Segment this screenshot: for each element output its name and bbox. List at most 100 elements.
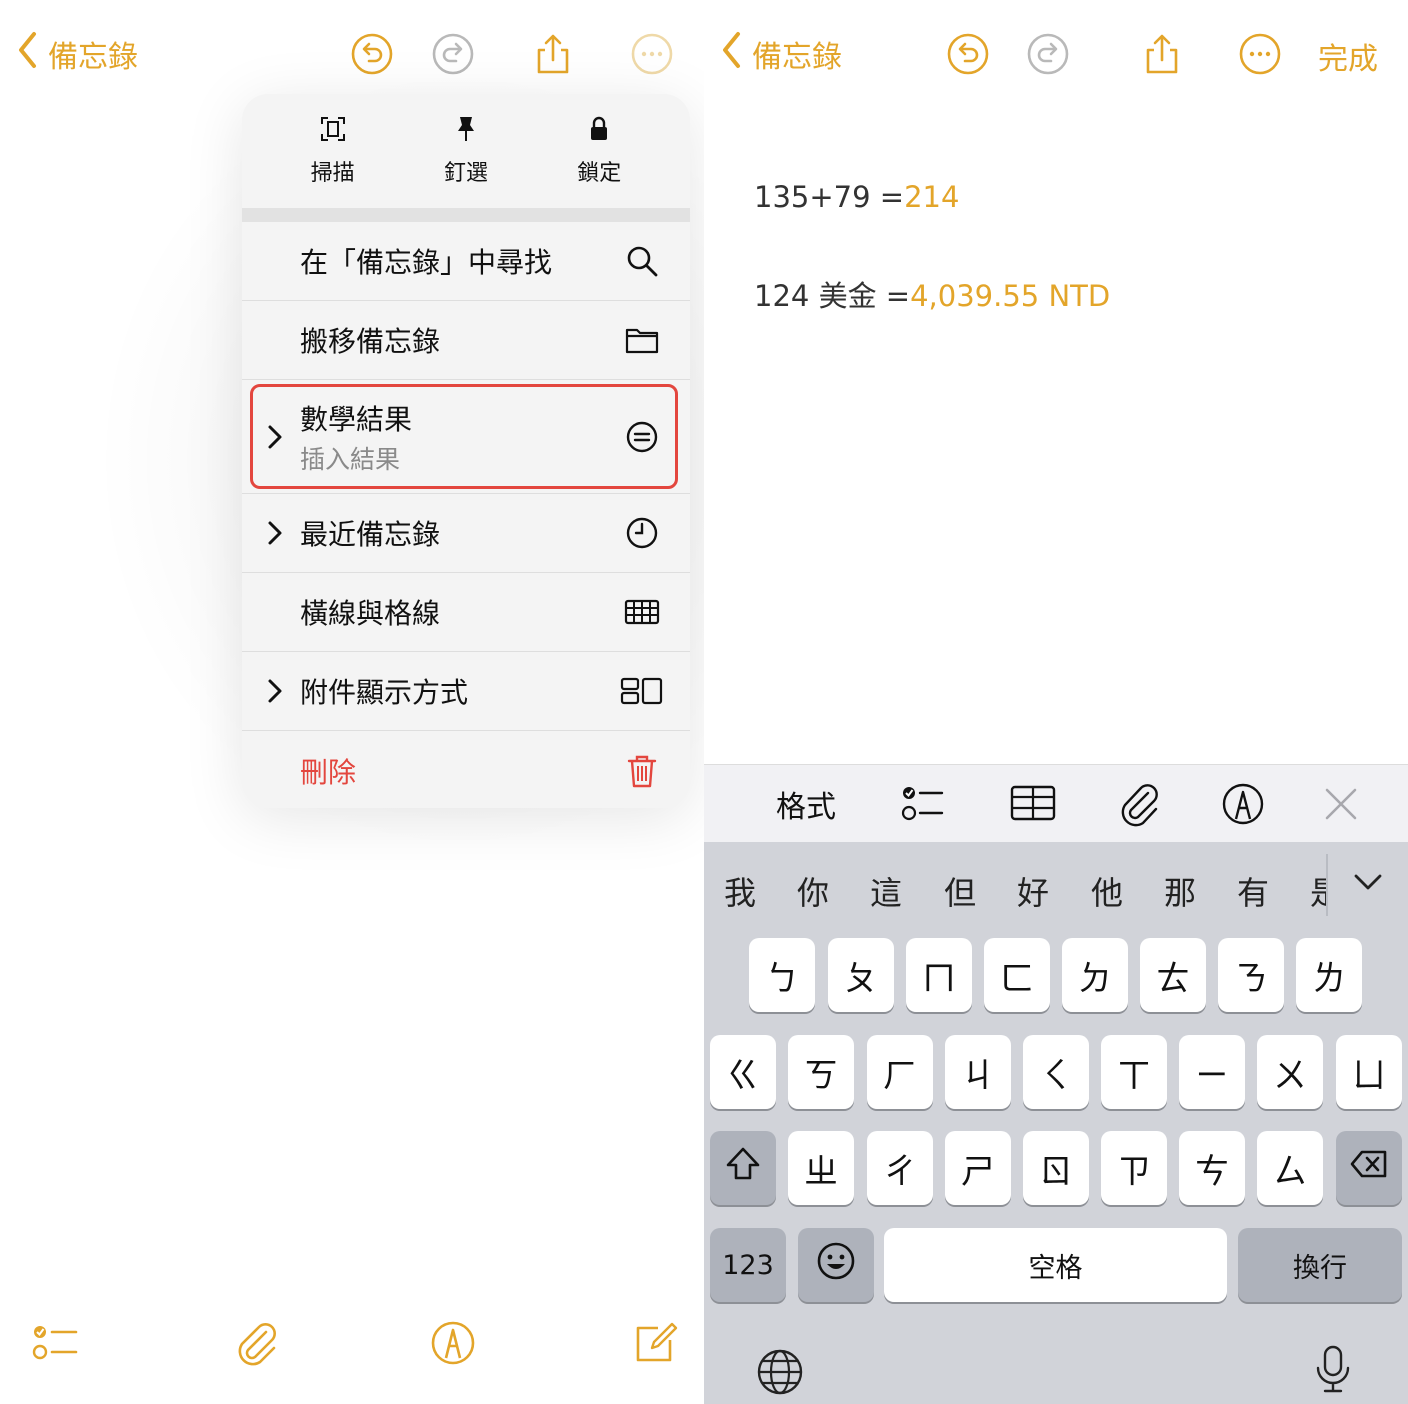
backspace-icon: [1349, 1144, 1389, 1193]
candidate-word[interactable]: 是: [1310, 868, 1326, 914]
note-line-2[interactable]: 124 美金 =4,039.55 NTD: [754, 273, 1110, 315]
key[interactable]: ㄗ: [1101, 1131, 1167, 1205]
candidate-word[interactable]: 我: [724, 868, 756, 914]
checklist-icon[interactable]: [30, 1318, 80, 1368]
undo-icon[interactable]: [946, 32, 990, 76]
microphone-icon[interactable]: [1308, 1344, 1358, 1394]
share-icon[interactable]: [531, 32, 575, 76]
menu-item-label: 搬移備忘錄: [300, 325, 441, 358]
key[interactable]: ㄋ: [1218, 938, 1284, 1012]
menu-item-label: 最近備忘錄: [300, 518, 441, 551]
pin-action[interactable]: 釘選: [411, 115, 521, 187]
key[interactable]: ㄈ: [984, 938, 1050, 1012]
done-button[interactable]: 完成: [1318, 34, 1378, 78]
key[interactable]: ㄑ: [1023, 1035, 1089, 1109]
redo-icon[interactable]: [1026, 32, 1070, 76]
key[interactable]: ㄉ: [1062, 938, 1128, 1012]
menu-item-delete[interactable]: 刪除: [242, 731, 690, 808]
pin-icon: [452, 115, 480, 149]
menu-item-attachment-view[interactable]: 附件顯示方式: [242, 652, 690, 731]
chevron-right-icon: [266, 424, 284, 450]
note-line-1[interactable]: 135+79 =214: [754, 180, 959, 214]
menu-item-recent-notes[interactable]: 最近備忘錄: [242, 494, 690, 573]
key[interactable]: ㄏ: [867, 1035, 933, 1109]
key[interactable]: ㄎ: [788, 1035, 854, 1109]
key[interactable]: ㄒ: [1101, 1035, 1167, 1109]
candidate-word[interactable]: 好: [1017, 868, 1049, 914]
key[interactable]: ㄊ: [1140, 938, 1206, 1012]
lock-action[interactable]: 鎖定: [544, 115, 654, 187]
share-icon[interactable]: [1140, 32, 1184, 76]
key[interactable]: ㄅ: [749, 938, 815, 1012]
shift-key[interactable]: [710, 1131, 776, 1205]
scan-action[interactable]: 掃描: [278, 115, 388, 187]
math-expression: 124 美金 =: [754, 279, 911, 313]
menu-item-math-results[interactable]: 數學結果 插入結果: [242, 380, 690, 494]
equals-circle-icon: [624, 419, 660, 455]
key[interactable]: ㄐ: [945, 1035, 1011, 1109]
lock-label: 鎖定: [577, 161, 622, 186]
format-button[interactable]: 格式: [776, 781, 836, 827]
zhuyin-keyboard: 我 你 這 但 好 他 那 有 是 ㄅ ㄆ ㄇ ㄈ ㄉ ㄊ ㄋ ㄌ ㄍ ㄎ ㄏ …: [704, 842, 1408, 1404]
folder-icon: [624, 322, 660, 358]
paperclip-icon[interactable]: [232, 1318, 282, 1368]
table-icon[interactable]: [1010, 781, 1056, 827]
menu-item-label: 橫線與格線: [300, 597, 441, 630]
markup-pen-icon[interactable]: [1220, 781, 1266, 827]
back-label: 備忘錄: [752, 40, 842, 75]
highlight-box: [250, 384, 678, 489]
candidate-word[interactable]: 他: [1091, 868, 1123, 914]
return-key[interactable]: 換行: [1238, 1228, 1402, 1302]
back-label: 備忘錄: [48, 40, 138, 75]
markup-pen-icon[interactable]: [428, 1318, 478, 1368]
menu-item-lines-grids[interactable]: 橫線與格線: [242, 573, 690, 652]
space-key[interactable]: 空格: [884, 1228, 1227, 1302]
candidate-word[interactable]: 那: [1164, 868, 1196, 914]
key[interactable]: ㄩ: [1336, 1035, 1402, 1109]
menu-item-label: 刪除: [300, 755, 357, 789]
math-result: 4,039.55 NTD: [910, 279, 1111, 313]
math-expression: 135+79 =: [754, 180, 905, 214]
more-icon[interactable]: [1238, 32, 1282, 76]
emoji-key[interactable]: [798, 1228, 874, 1302]
back-button[interactable]: 備忘錄: [720, 30, 842, 78]
more-icon[interactable]: [630, 32, 674, 76]
candidate-word[interactable]: 這: [870, 868, 902, 914]
key[interactable]: ㄖ: [1023, 1131, 1089, 1205]
key[interactable]: ㄆ: [828, 938, 894, 1012]
clock-icon: [624, 515, 660, 551]
key[interactable]: ㄔ: [867, 1131, 933, 1205]
compose-icon[interactable]: [630, 1318, 680, 1368]
key[interactable]: ㄇ: [906, 938, 972, 1012]
back-button[interactable]: 備忘錄: [16, 30, 138, 78]
checklist-icon[interactable]: [900, 781, 946, 827]
paperclip-icon[interactable]: [1116, 781, 1162, 827]
candidate-word[interactable]: 但: [944, 868, 976, 914]
key[interactable]: ㄙ: [1257, 1131, 1323, 1205]
menu-item-label: 在「備忘錄」中尋找: [300, 246, 553, 279]
globe-icon[interactable]: [755, 1347, 805, 1397]
delete-key[interactable]: [1336, 1131, 1402, 1205]
lock-icon: [585, 115, 613, 149]
undo-icon[interactable]: [350, 32, 394, 76]
redo-icon[interactable]: [431, 32, 475, 76]
key[interactable]: ㄕ: [945, 1131, 1011, 1205]
key[interactable]: ㄍ: [710, 1035, 776, 1109]
key[interactable]: ㄌ: [1296, 938, 1362, 1012]
chevron-right-icon: [266, 678, 284, 704]
left-screen: 備忘錄 掃描 釘選 鎖定 在「備忘錄」中尋找 搬移備忘錄 數學結果 插入結果 最…: [0, 0, 704, 1404]
key[interactable]: ㄘ: [1179, 1131, 1245, 1205]
menu-item-move-note[interactable]: 搬移備忘錄: [242, 301, 690, 380]
chevron-down-icon[interactable]: [1352, 868, 1384, 894]
candidate-word[interactable]: 有: [1237, 868, 1269, 914]
key[interactable]: ㄧ: [1179, 1035, 1245, 1109]
menu-item-find-in-notes[interactable]: 在「備忘錄」中尋找: [242, 222, 690, 301]
smiley-icon: [816, 1241, 856, 1290]
key[interactable]: ㄨ: [1257, 1035, 1323, 1109]
key[interactable]: ㄓ: [788, 1131, 854, 1205]
candidate-word[interactable]: 你: [797, 868, 829, 914]
right-screen: 備忘錄 完成 135+79 =214 124 美金 =4,039.55 NTD …: [704, 0, 1408, 1404]
grid-icon: [624, 594, 660, 630]
close-icon[interactable]: [1318, 781, 1364, 827]
numbers-key[interactable]: 123: [710, 1228, 786, 1302]
